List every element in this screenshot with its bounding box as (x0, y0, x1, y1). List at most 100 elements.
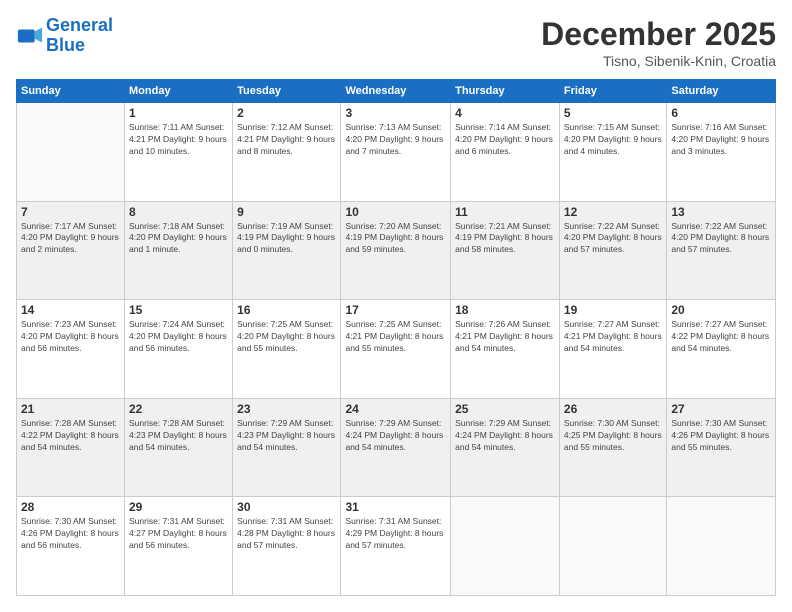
day-info: Sunrise: 7:14 AM Sunset: 4:20 PM Dayligh… (455, 122, 555, 158)
day-info: Sunrise: 7:22 AM Sunset: 4:20 PM Dayligh… (564, 221, 662, 257)
calendar-cell: 23 Sunrise: 7:29 AM Sunset: 4:23 PM Dayli… (233, 398, 341, 497)
calendar-cell: 8 Sunrise: 7:18 AM Sunset: 4:20 PM Daylig… (125, 201, 233, 300)
day-number: 23 (237, 402, 336, 416)
calendar-cell: 31Sunrise: 7:31 AM Sunset: 4:29 PM Dayli… (341, 497, 451, 596)
day-number: 15 (129, 303, 228, 317)
day-number: 22 (129, 402, 228, 416)
day-info: Sunrise: 7:29 AM Sunset: 4:24 PM Dayligh… (345, 418, 446, 454)
day-info: Sunrise: 7:25 AM Sunset: 4:21 PM Dayligh… (345, 319, 446, 355)
calendar-page: General Blue December 2025 Tisno, Sibeni… (0, 0, 792, 612)
calendar-week-row: 28 Sunrise: 7:30 AM Sunset: 4:26 PM Dayli… (17, 497, 776, 596)
calendar-cell: 1Sunrise: 7:11 AM Sunset: 4:21 PM Daylig… (125, 103, 233, 202)
calendar-cell (17, 103, 125, 202)
day-info: Sunrise: 7:27 AM Sunset: 4:22 PM Dayligh… (671, 319, 771, 355)
header: General Blue December 2025 Tisno, Sibeni… (16, 16, 776, 69)
calendar-cell: 3 Sunrise: 7:13 AM Sunset: 4:20 PM Daylig… (341, 103, 451, 202)
day-info: Sunrise: 7:19 AM Sunset: 4:19 PM Dayligh… (237, 221, 336, 257)
day-info: Sunrise: 7:30 AM Sunset: 4:26 PM Dayligh… (21, 516, 120, 552)
day-number: 10 (345, 205, 446, 219)
calendar-cell: 26 Sunrise: 7:30 AM Sunset: 4:25 PM Dayli… (559, 398, 666, 497)
logo: General Blue (16, 16, 113, 56)
calendar-week-row: 1Sunrise: 7:11 AM Sunset: 4:21 PM Daylig… (17, 103, 776, 202)
day-info: Sunrise: 7:28 AM Sunset: 4:22 PM Dayligh… (21, 418, 120, 454)
day-header-monday: Monday (125, 80, 233, 103)
day-info: Sunrise: 7:20 AM Sunset: 4:19 PM Dayligh… (345, 221, 446, 257)
calendar-cell: 21 Sunrise: 7:28 AM Sunset: 4:22 PM Dayli… (17, 398, 125, 497)
logo-general: General (46, 15, 113, 35)
day-number: 19 (564, 303, 662, 317)
day-info: Sunrise: 7:23 AM Sunset: 4:20 PM Dayligh… (21, 319, 120, 355)
day-info: Sunrise: 7:15 AM Sunset: 4:20 PM Dayligh… (564, 122, 662, 158)
day-info: Sunrise: 7:26 AM Sunset: 4:21 PM Dayligh… (455, 319, 555, 355)
day-info: Sunrise: 7:17 AM Sunset: 4:20 PM Dayligh… (21, 221, 120, 257)
day-header-saturday: Saturday (667, 80, 776, 103)
calendar-cell: 7 Sunrise: 7:17 AM Sunset: 4:20 PM Daylig… (17, 201, 125, 300)
day-number: 24 (345, 402, 446, 416)
day-number: 17 (345, 303, 446, 317)
calendar-week-row: 7 Sunrise: 7:17 AM Sunset: 4:20 PM Daylig… (17, 201, 776, 300)
calendar-cell: 19Sunrise: 7:27 AM Sunset: 4:21 PM Dayli… (559, 300, 666, 399)
day-info: Sunrise: 7:30 AM Sunset: 4:25 PM Dayligh… (564, 418, 662, 454)
day-info: Sunrise: 7:30 AM Sunset: 4:26 PM Dayligh… (671, 418, 771, 454)
calendar-cell: 2 Sunrise: 7:12 AM Sunset: 4:21 PM Daylig… (233, 103, 341, 202)
day-info: Sunrise: 7:29 AM Sunset: 4:24 PM Dayligh… (455, 418, 555, 454)
day-number: 7 (21, 205, 120, 219)
calendar-cell: 18 Sunrise: 7:26 AM Sunset: 4:21 PM Dayli… (451, 300, 560, 399)
day-header-sunday: Sunday (17, 80, 125, 103)
day-info: Sunrise: 7:21 AM Sunset: 4:19 PM Dayligh… (455, 221, 555, 257)
calendar-cell: 6 Sunrise: 7:16 AM Sunset: 4:20 PM Daylig… (667, 103, 776, 202)
day-number: 16 (237, 303, 336, 317)
day-info: Sunrise: 7:29 AM Sunset: 4:23 PM Dayligh… (237, 418, 336, 454)
logo-text: General Blue (46, 16, 113, 56)
location: Tisno, Sibenik-Knin, Croatia (541, 53, 776, 69)
day-number: 9 (237, 205, 336, 219)
calendar-cell: 27 Sunrise: 7:30 AM Sunset: 4:26 PM Dayli… (667, 398, 776, 497)
day-info: Sunrise: 7:11 AM Sunset: 4:21 PM Dayligh… (129, 122, 228, 158)
calendar-cell: 10 Sunrise: 7:20 AM Sunset: 4:19 PM Dayli… (341, 201, 451, 300)
calendar-cell: 17 Sunrise: 7:25 AM Sunset: 4:21 PM Dayli… (341, 300, 451, 399)
day-number: 21 (21, 402, 120, 416)
day-number: 18 (455, 303, 555, 317)
month-title: December 2025 (541, 16, 776, 53)
day-number: 3 (345, 106, 446, 120)
day-info: Sunrise: 7:16 AM Sunset: 4:20 PM Dayligh… (671, 122, 771, 158)
day-number: 8 (129, 205, 228, 219)
day-info: Sunrise: 7:31 AM Sunset: 4:29 PM Dayligh… (345, 516, 446, 552)
day-number: 14 (21, 303, 120, 317)
calendar-cell: 15Sunrise: 7:24 AM Sunset: 4:20 PM Dayli… (125, 300, 233, 399)
calendar-cell: 11Sunrise: 7:21 AM Sunset: 4:19 PM Dayli… (451, 201, 560, 300)
day-info: Sunrise: 7:28 AM Sunset: 4:23 PM Dayligh… (129, 418, 228, 454)
day-info: Sunrise: 7:31 AM Sunset: 4:27 PM Dayligh… (129, 516, 228, 552)
day-number: 2 (237, 106, 336, 120)
day-number: 12 (564, 205, 662, 219)
calendar-cell: 29Sunrise: 7:31 AM Sunset: 4:27 PM Dayli… (125, 497, 233, 596)
calendar-body: 1Sunrise: 7:11 AM Sunset: 4:21 PM Daylig… (17, 103, 776, 596)
calendar-cell: 20 Sunrise: 7:27 AM Sunset: 4:22 PM Dayli… (667, 300, 776, 399)
day-number: 20 (671, 303, 771, 317)
calendar-cell: 24 Sunrise: 7:29 AM Sunset: 4:24 PM Dayli… (341, 398, 451, 497)
day-header-thursday: Thursday (451, 80, 560, 103)
calendar-cell: 28 Sunrise: 7:30 AM Sunset: 4:26 PM Dayli… (17, 497, 125, 596)
calendar-cell: 9 Sunrise: 7:19 AM Sunset: 4:19 PM Daylig… (233, 201, 341, 300)
calendar-cell: 22 Sunrise: 7:28 AM Sunset: 4:23 PM Dayli… (125, 398, 233, 497)
title-section: December 2025 Tisno, Sibenik-Knin, Croat… (541, 16, 776, 69)
day-number: 28 (21, 500, 120, 514)
calendar-cell: 12 Sunrise: 7:22 AM Sunset: 4:20 PM Dayli… (559, 201, 666, 300)
day-number: 27 (671, 402, 771, 416)
day-info: Sunrise: 7:18 AM Sunset: 4:20 PM Dayligh… (129, 221, 228, 257)
calendar-cell: 25Sunrise: 7:29 AM Sunset: 4:24 PM Dayli… (451, 398, 560, 497)
day-info: Sunrise: 7:13 AM Sunset: 4:20 PM Dayligh… (345, 122, 446, 158)
calendar-cell (667, 497, 776, 596)
day-info: Sunrise: 7:12 AM Sunset: 4:21 PM Dayligh… (237, 122, 336, 158)
calendar-cell (451, 497, 560, 596)
day-header-wednesday: Wednesday (341, 80, 451, 103)
day-number: 4 (455, 106, 555, 120)
day-number: 26 (564, 402, 662, 416)
day-header-tuesday: Tuesday (233, 80, 341, 103)
calendar-header-row: SundayMondayTuesdayWednesdayThursdayFrid… (17, 80, 776, 103)
calendar-cell (559, 497, 666, 596)
day-number: 30 (237, 500, 336, 514)
logo-blue: Blue (46, 35, 85, 55)
day-number: 6 (671, 106, 771, 120)
day-info: Sunrise: 7:25 AM Sunset: 4:20 PM Dayligh… (237, 319, 336, 355)
